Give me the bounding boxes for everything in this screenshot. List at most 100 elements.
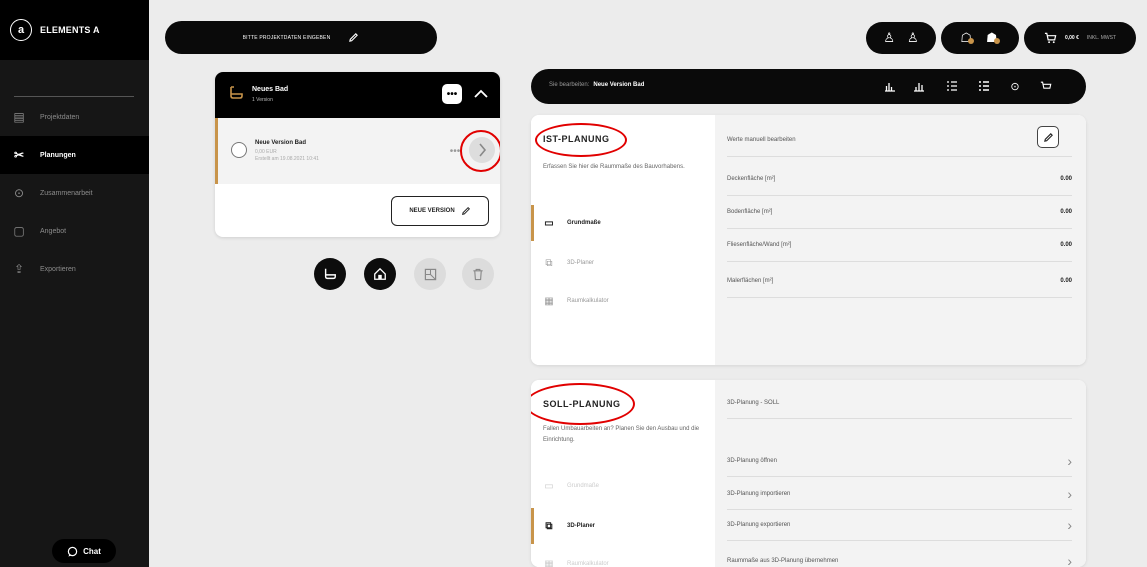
export-icon: ⇪ <box>13 262 25 276</box>
ist-left-column: IST-PLANUNG Erfassen Sie hier die Raumma… <box>531 115 715 365</box>
subitem-label: 3D-Planer <box>567 260 595 266</box>
message-icon[interactable]: ☖ <box>960 30 974 46</box>
chart-icon[interactable] <box>881 77 899 95</box>
project-data-placeholder: BITTE PROJEKTDATEN EINGEBEN <box>242 34 331 41</box>
checklist-icon[interactable] <box>975 77 993 95</box>
cube-icon: ⧉ <box>545 520 553 532</box>
handshake-icon[interactable]: ⊙ <box>1006 77 1024 95</box>
new-version-label: NEUE VERSION <box>409 208 455 214</box>
version-radio[interactable] <box>231 142 247 158</box>
cart-icon[interactable] <box>1037 77 1055 95</box>
field-row-deckenflaeche[interactable]: Deckenfläche [m²] 0.00 <box>727 163 1072 196</box>
ist-subitem-grundmasse[interactable]: ▭ Grundmaße <box>531 205 715 241</box>
editing-version-name: Neue Version Bad <box>593 82 645 88</box>
link-row-3d-apply[interactable]: Raummaße aus 3D-Planung übernehmen › <box>727 546 1072 567</box>
ist-subitem-3d-planer[interactable]: ⧉ 3D-Planer <box>531 245 715 281</box>
field-label: Malerflächen [m²] <box>727 278 774 284</box>
plan-card: Neues Bad 1 Version ••• Neue Version Bad… <box>215 72 500 237</box>
cart-button[interactable]: 0,00 € INKL. MWST <box>1024 22 1136 54</box>
chevron-right-icon: › <box>1067 486 1072 502</box>
messages-pill: ☖ ☗ <box>941 22 1019 54</box>
version-row[interactable]: Neue Version Bad 0,00 EUR Erstellt am 19… <box>215 118 500 184</box>
cart-icon <box>1044 32 1057 44</box>
subitem-label: Grundmaße <box>567 483 600 489</box>
highlight-circle <box>460 130 500 172</box>
bathroom-button[interactable] <box>314 258 346 290</box>
soll-subitem-raumkalkulator[interactable]: ▦ Raumkalkulator <box>531 546 715 567</box>
chevron-right-icon: › <box>1067 517 1072 533</box>
field-row-malerflaechen[interactable]: Malerflächen [m²] 0.00 <box>727 265 1072 298</box>
bathtub-icon <box>323 267 337 281</box>
cube-icon: ⧉ <box>545 257 553 269</box>
user-icon[interactable]: ♙ <box>883 30 895 46</box>
ruler-icon: ▭ <box>544 480 554 492</box>
project-data-input[interactable]: BITTE PROJEKTDATEN EINGEBEN <box>165 21 437 54</box>
field-label: Deckenfläche [m²] <box>727 176 776 182</box>
sidebar-item-label: Planungen <box>40 151 76 159</box>
document-icon: ▢ <box>13 224 25 238</box>
plan-header[interactable]: Neues Bad 1 Version ••• <box>215 72 500 118</box>
list-icon[interactable] <box>943 77 961 95</box>
ist-subitem-raumkalkulator[interactable]: ▦ Raumkalkulator <box>531 283 715 319</box>
sidebar-item-projektdaten[interactable]: ▤ Projektdaten <box>0 98 149 136</box>
house-button[interactable] <box>364 258 396 290</box>
subitem-label: Grundmaße <box>567 220 601 226</box>
more-options-icon[interactable]: ••• <box>442 84 462 104</box>
floorplan-button[interactable] <box>414 258 446 290</box>
highlight-ellipse <box>531 383 635 425</box>
sidebar-item-angebot[interactable]: ▢ Angebot <box>0 212 149 250</box>
clipboard-icon: ▤ <box>13 110 25 124</box>
floorplan-icon <box>424 268 437 281</box>
link-label: 3D-Planung importieren <box>727 491 791 497</box>
field-label: Bodenfläche [m²] <box>727 209 773 215</box>
field-value: 0.00 <box>1060 278 1072 284</box>
version-created: Erstellt am 19.08.2021 10:41 <box>255 156 319 162</box>
notification-icon[interactable]: ☗ <box>986 30 1000 46</box>
chart-alt-icon[interactable] <box>910 77 928 95</box>
plan-subtitle: 1 Version <box>252 97 273 103</box>
tools-icon: ✂ <box>13 148 25 162</box>
chat-button[interactable]: Chat <box>52 539 116 563</box>
sidebar: a ELEMENTS A ▤ Projektdaten ✂ Planungen … <box>0 0 149 567</box>
edit-pencil-icon[interactable] <box>1037 126 1059 148</box>
sidebar-item-label: Zusammenarbeit <box>40 189 93 197</box>
edit-values-row: Werte manuell bearbeiten <box>727 124 1072 157</box>
sidebar-item-label: Projektdaten <box>40 113 80 121</box>
ist-right-column: Werte manuell bearbeiten Deckenfläche [m… <box>715 115 1086 365</box>
delete-button[interactable] <box>462 258 494 290</box>
field-row-fliesenflaeche[interactable]: Fliesenfläche/Wand [m²] 0.00 <box>727 229 1072 262</box>
sidebar-item-planungen[interactable]: ✂ Planungen <box>0 136 149 174</box>
user-outline-icon[interactable]: ♙ <box>907 30 919 46</box>
link-row-3d-export[interactable]: 3D-Planung exportieren › <box>727 510 1072 541</box>
sidebar-item-label: Exportieren <box>40 265 76 273</box>
sidebar-item-zusammenarbeit[interactable]: ⊙ Zusammenarbeit <box>0 174 149 212</box>
sidebar-item-label: Angebot <box>40 227 67 235</box>
sidebar-item-exportieren[interactable]: ⇪ Exportieren <box>0 250 149 288</box>
soll-subitem-grundmasse[interactable]: ▭ Grundmaße <box>531 468 715 504</box>
link-row-3d-import[interactable]: 3D-Planung importieren › <box>727 479 1072 510</box>
field-row-bodenflaeche[interactable]: Bodenfläche [m²] 0.00 <box>727 196 1072 229</box>
soll-right-column: 3D-Planung - SOLL 3D-Planung öffnen › 3D… <box>715 380 1086 567</box>
field-value: 0.00 <box>1060 176 1072 182</box>
subitem-label: Raumkalkulator <box>567 561 609 567</box>
cart-amount: 0,00 € <box>1064 35 1079 41</box>
brand-name: ELEMENTS A <box>40 25 100 35</box>
ist-planung-card: IST-PLANUNG Erfassen Sie hier die Raumma… <box>531 115 1086 365</box>
subitem-label: 3D-Planer <box>567 523 596 529</box>
brand[interactable]: a ELEMENTS A <box>0 0 149 60</box>
pencil-icon <box>348 32 359 43</box>
soll-subitem-3d-planer[interactable]: ⧉ 3D-Planer <box>531 508 715 544</box>
chevron-up-icon[interactable] <box>471 83 491 103</box>
link-row-3d-open[interactable]: 3D-Planung öffnen › <box>727 446 1072 477</box>
link-label: 3D-Planung öffnen <box>727 458 777 464</box>
new-version-button[interactable]: NEUE VERSION <box>391 196 489 226</box>
editing-toolbar: Sie bearbeiten: Neue Version Bad ⊙ <box>531 69 1086 104</box>
calculator-icon: ▦ <box>544 558 554 567</box>
field-label: Fliesenfläche/Wand [m²] <box>727 242 792 248</box>
subitem-label: Raumkalkulator <box>567 298 609 304</box>
handshake-icon: ⊙ <box>13 186 25 200</box>
brand-logo-icon: a <box>10 19 32 41</box>
sidebar-divider <box>14 96 134 97</box>
chevron-right-icon: › <box>1067 453 1072 469</box>
soll-heading-row: 3D-Planung - SOLL <box>727 388 1072 419</box>
